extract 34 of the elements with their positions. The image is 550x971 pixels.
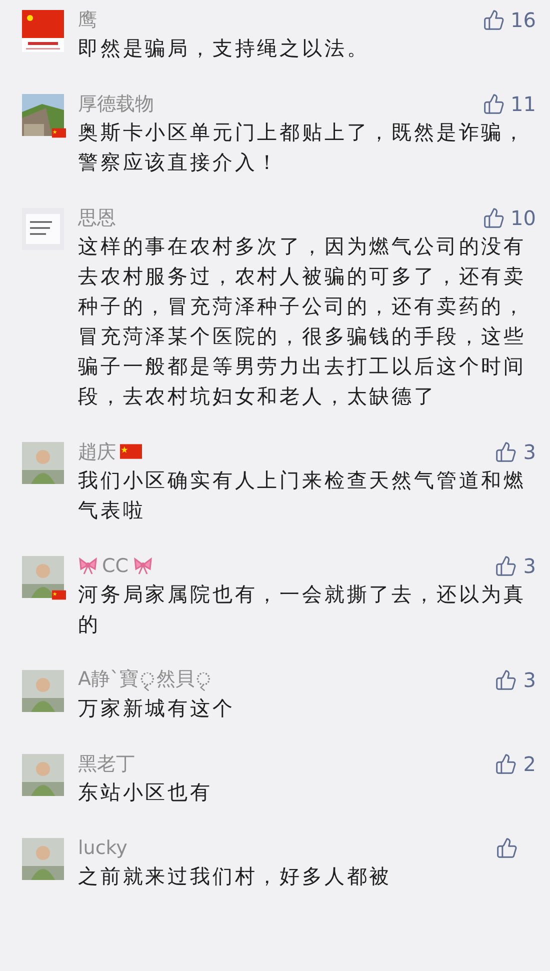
like-count: 11 (510, 92, 536, 116)
like-count: 3 (523, 440, 536, 464)
like-count: 10 (510, 206, 536, 230)
comment-text: 我们小区确实有人上门来检查天然气管道和燃气表啦 (78, 467, 527, 524)
user-name[interactable]: 黑老丁 (78, 750, 135, 776)
like-count: 16 (510, 8, 536, 32)
comment-text: 之前就来过我们村，好多人都被 (78, 863, 393, 890)
user-name[interactable]: CC (102, 554, 129, 576)
comment-text: 河务局家属院也有，一会就撕了去，还以为真的 (78, 581, 527, 638)
comment-text: 即然是骗局，支持绳之以法。 (78, 35, 370, 62)
thumbs-up-icon[interactable] (482, 92, 505, 114)
thumbs-up-icon[interactable] (482, 206, 505, 228)
user-name[interactable]: 厚德载物 (78, 90, 154, 116)
like-count: 2 (523, 752, 536, 776)
thumbs-up-icon[interactable] (496, 836, 518, 858)
user-name[interactable]: 鹰 (78, 6, 97, 32)
like-count: 3 (523, 554, 536, 578)
thumbs-up-icon[interactable] (495, 752, 518, 774)
like-count: 3 (523, 668, 536, 692)
thumbs-up-icon[interactable] (495, 668, 518, 690)
comment-text: 奥斯卡小区单元门上都贴上了，既然是诈骗，警察应该直接介入！ (78, 119, 527, 176)
ribbon-icon (78, 556, 98, 576)
user-name[interactable]: lucky (78, 836, 128, 858)
comment-text: 东站小区也有 (78, 779, 214, 806)
user-name[interactable]: A静`寶ৃৃৃৃ然貝ৃৃ (78, 664, 212, 696)
user-name[interactable]: 思恩 (78, 204, 116, 230)
flag-icon (120, 444, 142, 459)
ribbon-icon (132, 556, 153, 576)
thumbs-up-icon[interactable] (482, 8, 505, 30)
thumbs-up-icon[interactable] (495, 440, 518, 462)
comment-text: 万家新城有这个 (78, 695, 236, 722)
comment-text: 这样的事在农村多次了，因为燃气公司的没有去农村服务过，农村人被骗的可多了，还有卖种子的，冒充菏泽种子公司的，还有卖药的，冒充菏泽某个医院的，很多骗钱的手段，这些骗子一般都是等男劳力出去打工以后这个时间段，去农村坑妇女和老人，太缺德了 (78, 233, 527, 410)
thumbs-up-icon[interactable] (495, 554, 518, 576)
user-name[interactable]: 趙庆 (78, 438, 116, 464)
